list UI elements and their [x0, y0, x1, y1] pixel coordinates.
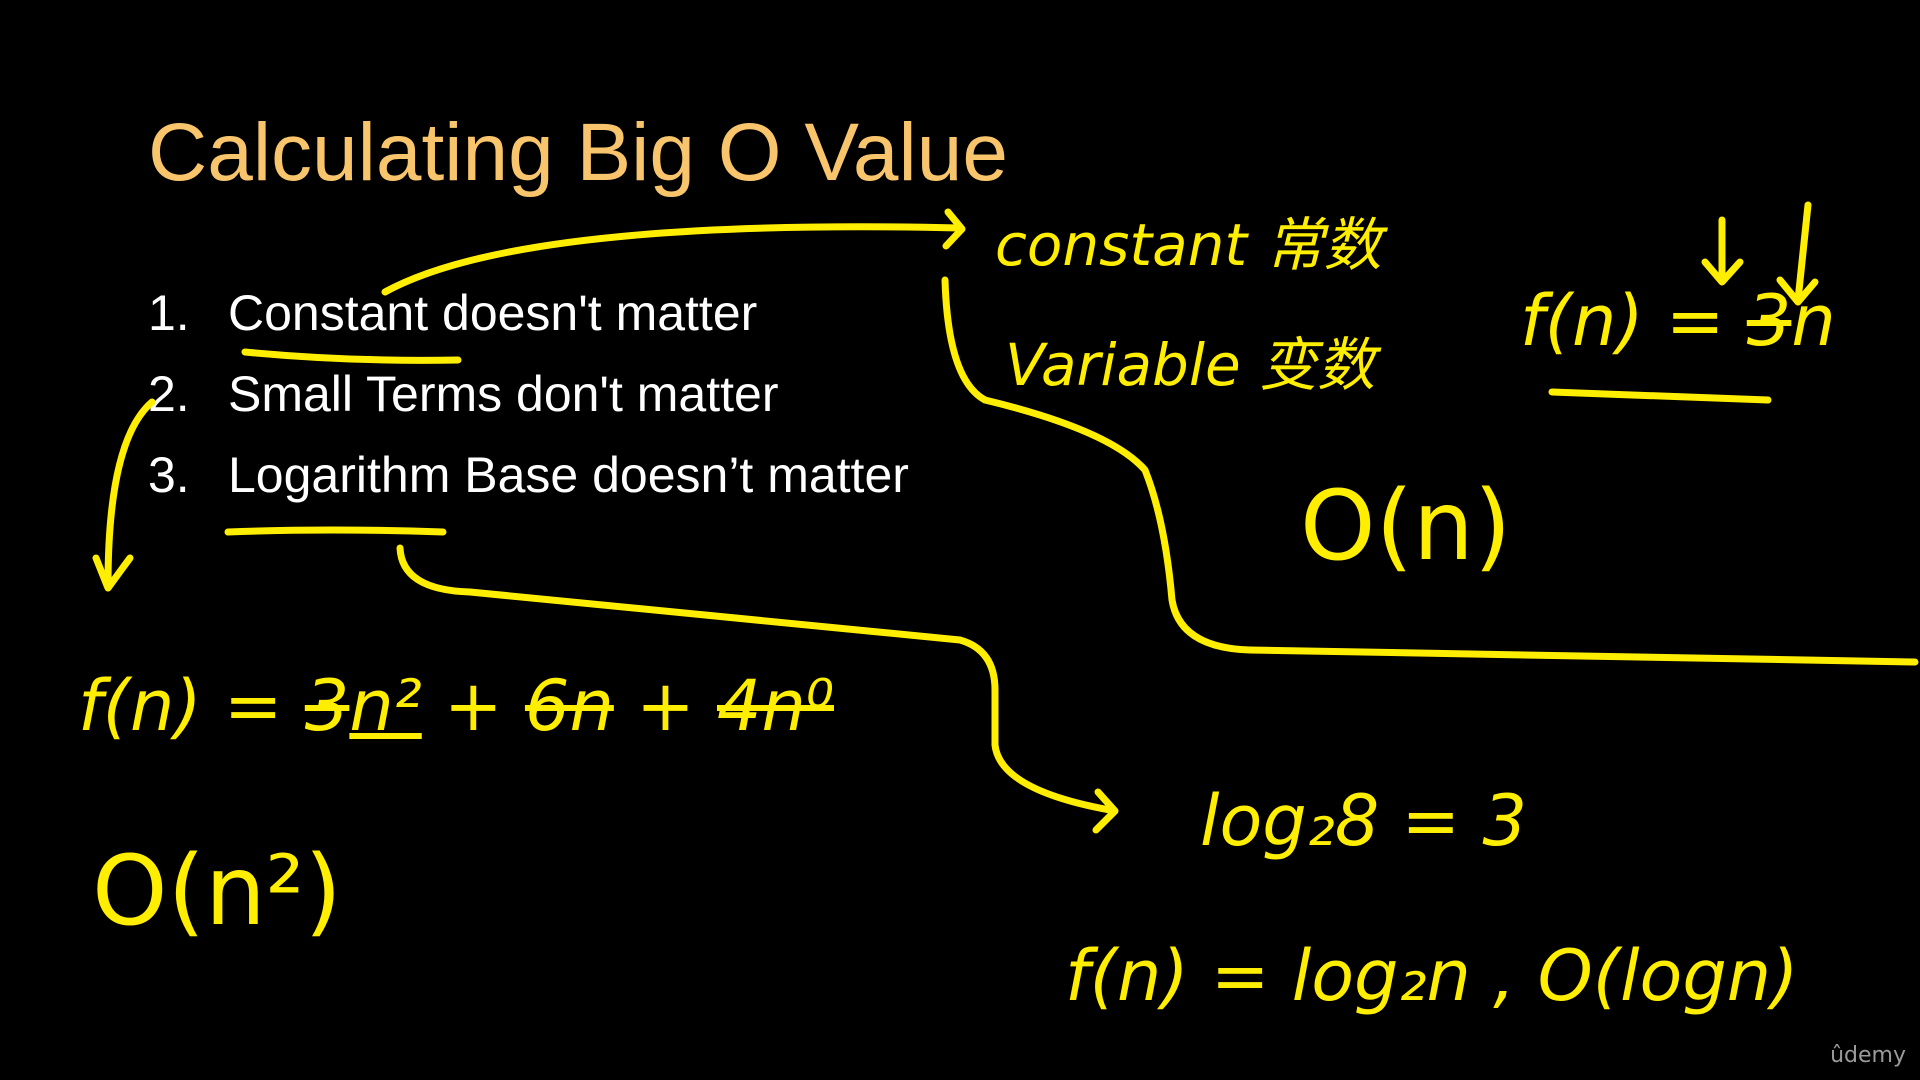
- result-o-n-squared: O(n²): [92, 835, 342, 947]
- underline-fn-3n: [1548, 388, 1772, 404]
- underline-logarithm: [224, 526, 447, 536]
- example-log2-8: log₂8 = 3: [1200, 780, 1527, 862]
- formula-fn-log: f(n) = log₂n , O(logn): [1065, 935, 1799, 1017]
- underline-constant: [241, 348, 462, 364]
- result-o-n: O(n): [1300, 470, 1512, 582]
- arrow-head-poly: [92, 554, 134, 592]
- formula-fn-3n: f(n) = 3n: [1520, 280, 1836, 362]
- formula-polynomial: f(n) = 3n² + 6n + 4n⁰: [78, 665, 834, 747]
- udemy-logo: ûdemy: [1830, 1043, 1906, 1068]
- note-constant: constant 常数: [995, 211, 1382, 279]
- note-variable: Variable 变数: [1005, 331, 1376, 399]
- arrow-to-constant-note: [381, 223, 964, 296]
